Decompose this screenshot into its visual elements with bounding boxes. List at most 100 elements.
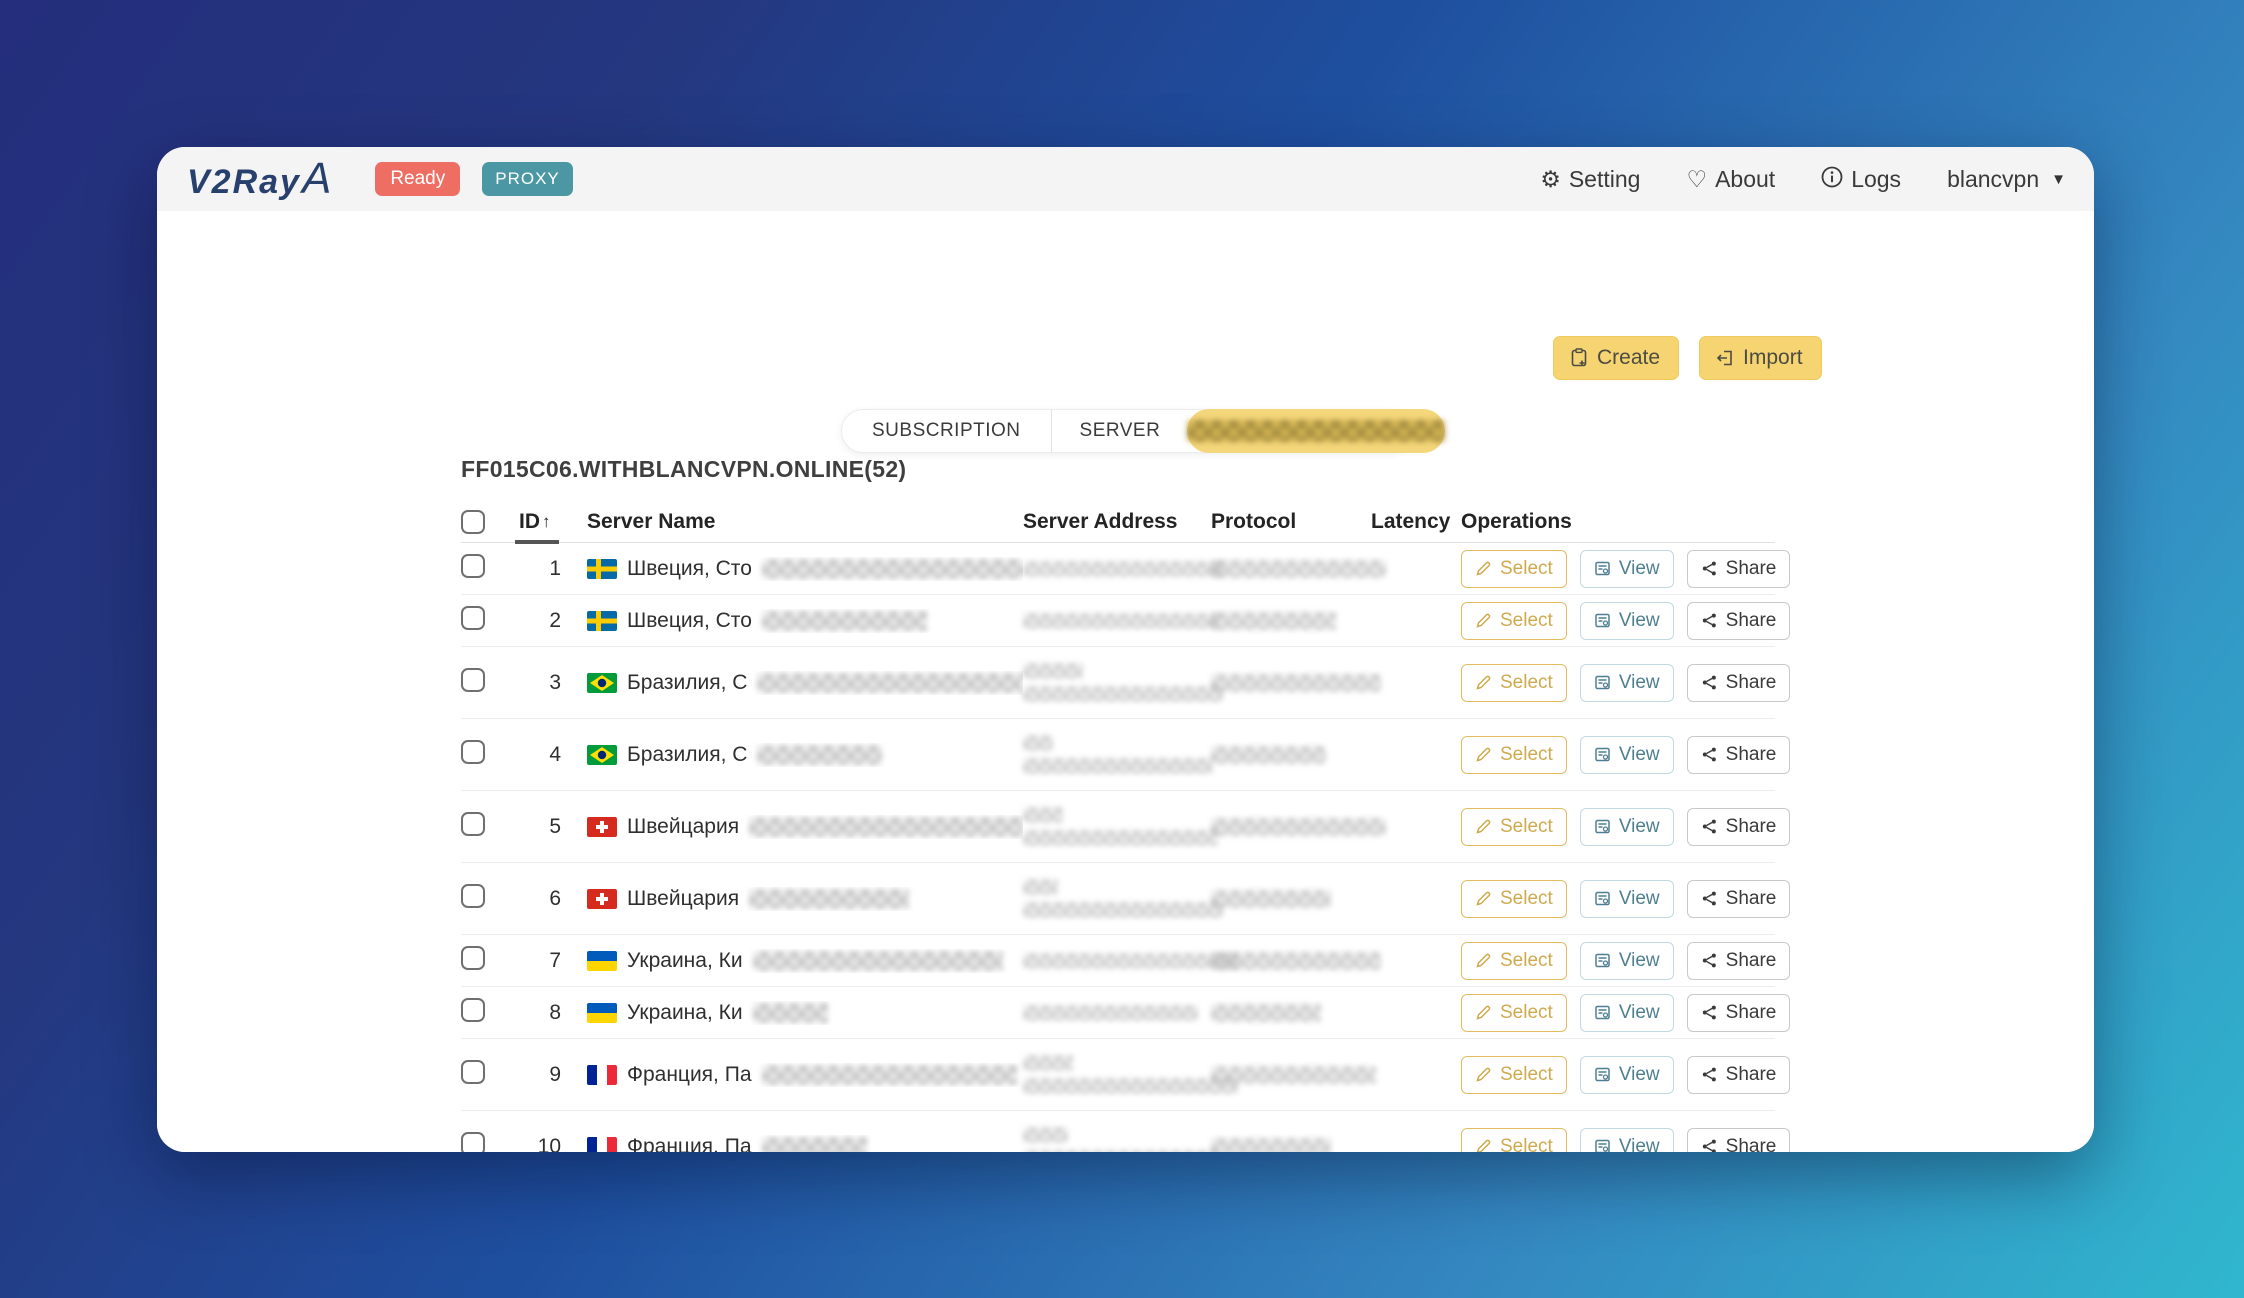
server-name-text: Украина, Ки	[627, 949, 743, 973]
table-body: 1 Швеция, Сто Select View Share 2	[461, 543, 1775, 1152]
tab-server[interactable]: SERVER	[1051, 410, 1189, 452]
row-checkbox[interactable]	[461, 1132, 485, 1153]
share-icon	[1701, 890, 1718, 907]
redacted-protocol	[1211, 890, 1331, 908]
caret-down-icon: ▼	[2051, 171, 2066, 188]
row-checkbox[interactable]	[461, 998, 485, 1022]
row-id: 9	[507, 1063, 587, 1087]
redacted-server-address	[1023, 830, 1218, 846]
status-badge[interactable]: Ready	[375, 162, 460, 196]
server-address-cell	[1023, 1055, 1211, 1094]
user-menu[interactable]: blancvpn ▼	[1947, 166, 2066, 193]
row-checkbox[interactable]	[461, 740, 485, 764]
row-checkbox-cell	[461, 1132, 507, 1153]
app-logo[interactable]: V2RayA	[187, 154, 333, 204]
operations-cell: Select View Share	[1461, 808, 1775, 846]
nav-about[interactable]: ♡ About	[1686, 166, 1775, 193]
row-id: 1	[507, 557, 587, 581]
server-name-cell: Швейцария	[587, 815, 1023, 839]
redacted-server-address	[1023, 1150, 1218, 1152]
redacted-server-address	[1023, 735, 1053, 751]
share-button[interactable]: Share	[1687, 664, 1791, 702]
view-button[interactable]: View	[1580, 942, 1674, 980]
share-icon	[1701, 560, 1718, 577]
select-button[interactable]: Select	[1461, 808, 1567, 846]
redacted-protocol	[1211, 1138, 1331, 1152]
view-button[interactable]: View	[1580, 880, 1674, 918]
row-checkbox[interactable]	[461, 606, 485, 630]
share-icon	[1701, 1066, 1718, 1083]
view-button[interactable]: View	[1580, 808, 1674, 846]
proxy-mode-badge[interactable]: PROXY	[482, 162, 573, 196]
view-button[interactable]: View	[1580, 602, 1674, 640]
import-button[interactable]: Import	[1699, 336, 1822, 380]
share-button[interactable]: Share	[1687, 736, 1791, 774]
row-checkbox-cell	[461, 998, 507, 1028]
select-button[interactable]: Select	[1461, 736, 1567, 774]
nav-setting[interactable]: ⚙ Setting	[1540, 166, 1640, 193]
redacted-protocol	[1211, 612, 1336, 630]
tab-active-subscription[interactable]	[1187, 409, 1445, 453]
server-name-cell: Франция, Па	[587, 1063, 1023, 1087]
select-button[interactable]: Select	[1461, 880, 1567, 918]
column-header-id[interactable]: ID↑	[507, 501, 587, 542]
redacted-protocol	[1211, 560, 1386, 578]
view-button[interactable]: View	[1580, 664, 1674, 702]
row-checkbox[interactable]	[461, 1060, 485, 1084]
redacted-server-name	[762, 559, 1023, 579]
select-button[interactable]: Select	[1461, 664, 1567, 702]
redacted-server-name	[757, 745, 882, 765]
column-header-server-address[interactable]: Server Address	[1023, 501, 1211, 542]
view-button[interactable]: View	[1580, 1128, 1674, 1153]
view-button[interactable]: View	[1580, 736, 1674, 774]
view-button[interactable]: View	[1580, 550, 1674, 588]
document-icon	[1594, 890, 1611, 907]
info-icon	[1821, 166, 1843, 192]
share-button[interactable]: Share	[1687, 880, 1791, 918]
document-icon	[1594, 1066, 1611, 1083]
redacted-tab-label	[1187, 420, 1445, 442]
toolbar: Create Import	[1553, 336, 1822, 380]
subscription-title: FF015C06.WITHBLANCVPN.ONLINE(52)	[461, 456, 1775, 483]
redacted-server-address	[1023, 686, 1223, 702]
row-checkbox[interactable]	[461, 884, 485, 908]
view-button[interactable]: View	[1580, 994, 1674, 1032]
share-button[interactable]: Share	[1687, 994, 1791, 1032]
operations-cell: Select View Share	[1461, 1056, 1775, 1094]
redacted-server-address	[1023, 1005, 1198, 1021]
create-button[interactable]: Create	[1553, 336, 1679, 380]
logo-text: V2Ray	[187, 163, 301, 202]
server-address-cell	[1023, 1005, 1211, 1021]
select-button[interactable]: Select	[1461, 942, 1567, 980]
select-all-checkbox[interactable]	[461, 510, 485, 534]
share-icon	[1701, 674, 1718, 691]
row-checkbox[interactable]	[461, 668, 485, 692]
view-button[interactable]: View	[1580, 1056, 1674, 1094]
redacted-server-name	[753, 951, 1003, 971]
row-checkbox[interactable]	[461, 946, 485, 970]
column-header-latency[interactable]: Latency	[1371, 501, 1461, 542]
row-checkbox-cell	[461, 668, 507, 698]
share-button[interactable]: Share	[1687, 1128, 1791, 1153]
column-header-protocol[interactable]: Protocol	[1211, 501, 1371, 542]
gear-icon: ⚙	[1540, 168, 1561, 191]
share-button[interactable]: Share	[1687, 550, 1791, 588]
row-checkbox[interactable]	[461, 554, 485, 578]
select-button[interactable]: Select	[1461, 550, 1567, 588]
country-flag-icon	[587, 889, 617, 909]
nav-logs[interactable]: Logs	[1821, 166, 1901, 193]
select-button[interactable]: Select	[1461, 1128, 1567, 1153]
app-window: V2RayA Ready PROXY ⚙ Setting ♡ About Log…	[157, 147, 2094, 1152]
share-button[interactable]: Share	[1687, 602, 1791, 640]
tab-subscription[interactable]: SUBSCRIPTION	[842, 410, 1051, 452]
column-header-server-name[interactable]: Server Name	[587, 501, 1023, 542]
share-button[interactable]: Share	[1687, 808, 1791, 846]
row-id: 6	[507, 887, 587, 911]
select-button[interactable]: Select	[1461, 994, 1567, 1032]
select-button[interactable]: Select	[1461, 1056, 1567, 1094]
share-button[interactable]: Share	[1687, 942, 1791, 980]
row-checkbox[interactable]	[461, 812, 485, 836]
select-button[interactable]: Select	[1461, 602, 1567, 640]
table-row: 1 Швеция, Сто Select View Share	[461, 543, 1775, 595]
share-button[interactable]: Share	[1687, 1056, 1791, 1094]
